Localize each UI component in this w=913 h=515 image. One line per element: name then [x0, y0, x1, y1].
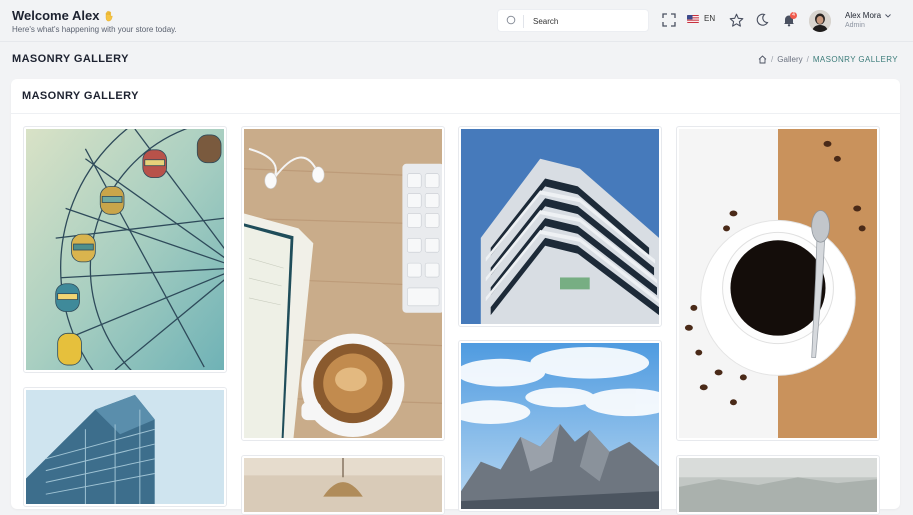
balcony-building-image [461, 129, 659, 324]
welcome-title: Welcome Alex [12, 8, 100, 23]
welcome-block: Welcome Alex Here's what's happening wit… [12, 8, 177, 34]
star-icon [729, 13, 743, 27]
search-box[interactable] [497, 9, 649, 32]
page-header: MASONRY GALLERY / Gallery / MASONRY GALL… [0, 43, 913, 78]
gallery-item-ferris-wheel[interactable] [23, 126, 227, 373]
gallery-item-glass-building[interactable] [23, 387, 227, 507]
fullscreen-button[interactable] [661, 12, 677, 28]
moon-icon [756, 13, 769, 26]
us-flag-icon [687, 14, 699, 23]
glass-building-image [26, 390, 224, 504]
mountains-image [461, 343, 659, 509]
avatar[interactable] [809, 10, 831, 32]
search-divider [523, 15, 524, 28]
breadcrumb-separator: / [771, 55, 774, 64]
user-menu[interactable]: Alex Mora Admin [845, 11, 891, 29]
search-input[interactable] [533, 14, 643, 28]
foggy-landscape-image [679, 458, 877, 512]
language-label: EN [704, 14, 716, 23]
breadcrumb-current: MASONRY GALLERY [812, 55, 898, 64]
page-title: MASONRY GALLERY [12, 53, 129, 65]
notification-badge: 4 [790, 12, 797, 19]
fullscreen-icon [662, 13, 676, 27]
theme-toggle-button[interactable] [754, 12, 770, 28]
home-icon[interactable] [758, 55, 767, 64]
breadcrumb-separator: / [806, 55, 809, 64]
language-selector[interactable]: EN [687, 14, 715, 23]
gallery-item-balcony-building[interactable] [458, 126, 662, 327]
breadcrumb-gallery-link[interactable]: Gallery [777, 55, 802, 64]
gallery-item-coffee-cup[interactable] [676, 126, 880, 441]
waving-hand-icon [106, 10, 113, 21]
coffee-desk-image [244, 129, 442, 438]
search-icon [506, 15, 516, 25]
gallery-item-coffee-desk[interactable] [241, 126, 445, 441]
coffee-cup-image [679, 129, 877, 438]
user-role: Admin [845, 22, 865, 29]
breadcrumb: / Gallery / MASONRY GALLERY [758, 55, 898, 64]
gallery-item-mountains[interactable] [458, 340, 662, 512]
gallery-item-pendant-lamp[interactable] [241, 455, 445, 515]
gallery-item-foggy-landscape[interactable] [676, 455, 880, 515]
user-name: Alex Mora [845, 11, 882, 20]
pendant-lamp-image [244, 458, 442, 512]
top-bar: Welcome Alex Here's what's happening wit… [0, 0, 913, 42]
card-title: MASONRY GALLERY [22, 90, 139, 102]
card-header: MASONRY GALLERY [11, 79, 900, 114]
chevron-down-icon [885, 13, 891, 18]
ferris-wheel-image [26, 129, 224, 370]
welcome-subtitle: Here's what's happening with your store … [12, 25, 177, 34]
favorites-button[interactable] [728, 12, 744, 28]
